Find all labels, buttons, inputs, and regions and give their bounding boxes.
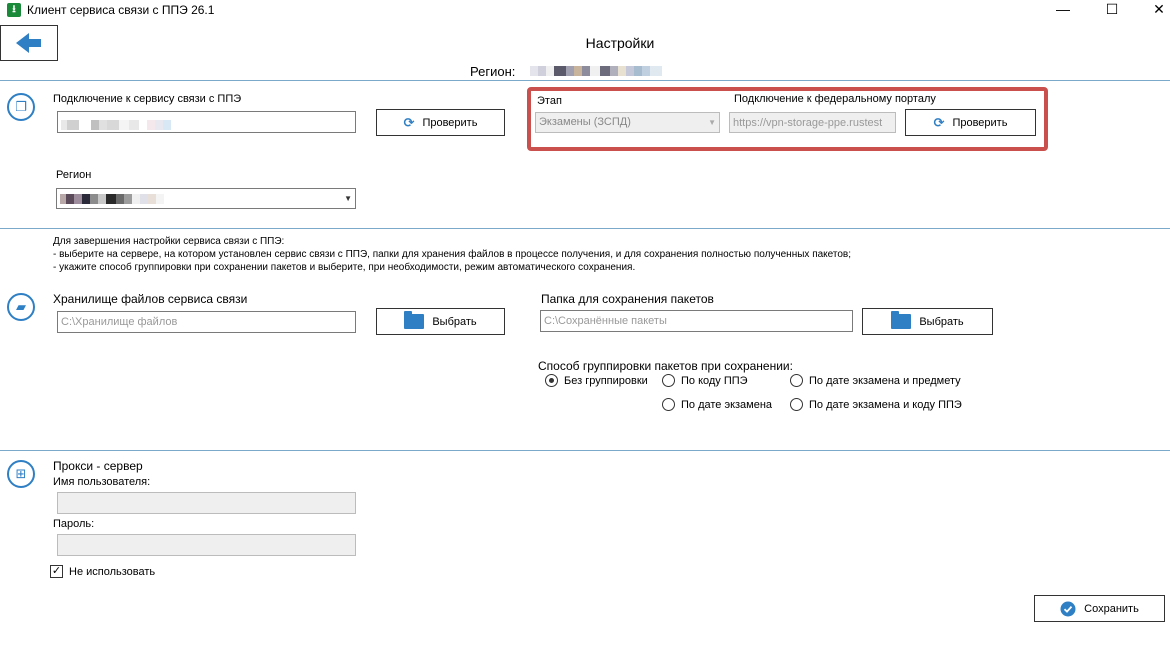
app-download-icon: ⭳ — [7, 3, 21, 17]
connection-label: Подключение к сервису связи с ППЭ — [53, 93, 242, 105]
files-storage-browse-button[interactable]: Выбрать — [376, 308, 505, 335]
region-select-label: Регион — [56, 169, 92, 181]
proxy-not-use-label: Не использовать — [69, 566, 156, 578]
window-title: Клиент сервиса связи с ППЭ 26.1 — [27, 3, 215, 17]
save-button-label: Сохранить — [1084, 602, 1139, 615]
chevron-down-icon: ▼ — [344, 194, 352, 203]
refresh-icon: ⟳ — [403, 114, 415, 130]
region-redacted-value — [530, 66, 662, 76]
stage-value: Экзамены (ЗСПД) — [539, 116, 631, 128]
page-title: Настройки — [585, 35, 655, 51]
region-header-label: Регион: — [470, 64, 516, 79]
save-button[interactable]: Сохранить — [1034, 595, 1165, 622]
grouping-date-subject-label: По дате экзамена и предмету — [809, 375, 961, 387]
federal-check-label: Проверить — [952, 116, 1008, 129]
divider-middle — [0, 228, 1170, 229]
proxy-username-label: Имя пользователя: — [53, 476, 151, 488]
packages-folder-label: Папка для сохранения пакетов — [541, 292, 714, 306]
divider-bottom — [0, 450, 1170, 451]
grouping-date-ppe-label: По дате экзамена и коду ППЭ — [809, 399, 962, 411]
storage-info-line: - укажите способ группировки при сохране… — [53, 262, 636, 273]
proxy-username-input[interactable] — [57, 492, 356, 514]
packages-folder-browse-button[interactable]: Выбрать — [862, 308, 993, 335]
grouping-ppe-code-label: По коду ППЭ — [681, 375, 748, 387]
grouping-date-radio[interactable] — [662, 398, 675, 411]
grouping-date-subject-radio[interactable] — [790, 374, 803, 387]
proxy-label: Прокси - сервер — [53, 459, 143, 473]
packages-folder-browse-label: Выбрать — [919, 315, 964, 328]
federal-portal-label: Подключение к федеральному порталу — [734, 93, 936, 105]
grouping-ppe-code-radio[interactable] — [662, 374, 675, 387]
grouping-label: Способ группировки пакетов при сохранени… — [538, 359, 793, 373]
stage-select[interactable]: Экзамены (ЗСПД) ▼ — [535, 112, 720, 133]
network-icon: ⊞ — [7, 460, 35, 488]
check-circle-icon — [1060, 601, 1076, 616]
grouping-date-label: По дате экзамена — [681, 399, 773, 411]
files-storage-input[interactable]: C:\Хранилище файлов — [57, 311, 356, 333]
close-button[interactable]: ✕ — [1136, 0, 1170, 20]
connection-address-input[interactable] — [57, 111, 356, 133]
federal-portal-input[interactable]: https://vpn-storage-ppe.rustest — [729, 112, 896, 133]
grouping-none-radio[interactable] — [545, 374, 558, 387]
folder-icon — [404, 311, 425, 329]
federal-check-button[interactable]: ⟳ Проверить — [905, 109, 1036, 136]
region-header: Регион: — [470, 64, 515, 79]
stage-label: Этап — [537, 95, 562, 107]
connection-check-button[interactable]: ⟳ Проверить — [376, 109, 505, 136]
packages-folder-input[interactable]: C:\Сохранённые пакеты — [540, 310, 853, 332]
grouping-date-ppe-radio[interactable] — [790, 398, 803, 411]
folder-icon: ▰ — [7, 293, 35, 321]
documents-icon: ❐ — [7, 93, 35, 121]
files-storage-browse-label: Выбрать — [432, 315, 477, 328]
connection-redacted-value — [61, 117, 352, 130]
maximize-button[interactable]: ☐ — [1089, 0, 1135, 20]
folder-icon — [891, 311, 912, 329]
region-select[interactable]: ▼ — [56, 188, 356, 209]
region-select-redacted-value — [60, 194, 164, 204]
divider-top — [0, 80, 1170, 81]
storage-info-line: Для завершения настройки сервиса связи с… — [53, 236, 285, 247]
proxy-password-label: Пароль: — [53, 518, 95, 530]
proxy-password-input[interactable] — [57, 534, 356, 556]
storage-info-text: Для завершения настройки сервиса связи с… — [53, 235, 851, 274]
grouping-none-label: Без группировки — [564, 375, 648, 387]
storage-info-line: - выберите на сервере, на котором устано… — [53, 249, 852, 260]
title-bar: ⭳ Клиент сервиса связи с ППЭ 26.1 — ☐ ✕ — [0, 0, 1170, 20]
minimize-button[interactable]: — — [1040, 0, 1086, 20]
chevron-down-icon: ▼ — [708, 118, 716, 127]
proxy-not-use-checkbox[interactable]: ✓ — [50, 565, 63, 578]
connection-check-label: Проверить — [422, 116, 478, 129]
refresh-icon: ⟳ — [933, 114, 945, 130]
files-storage-label: Хранилище файлов сервиса связи — [53, 292, 248, 306]
